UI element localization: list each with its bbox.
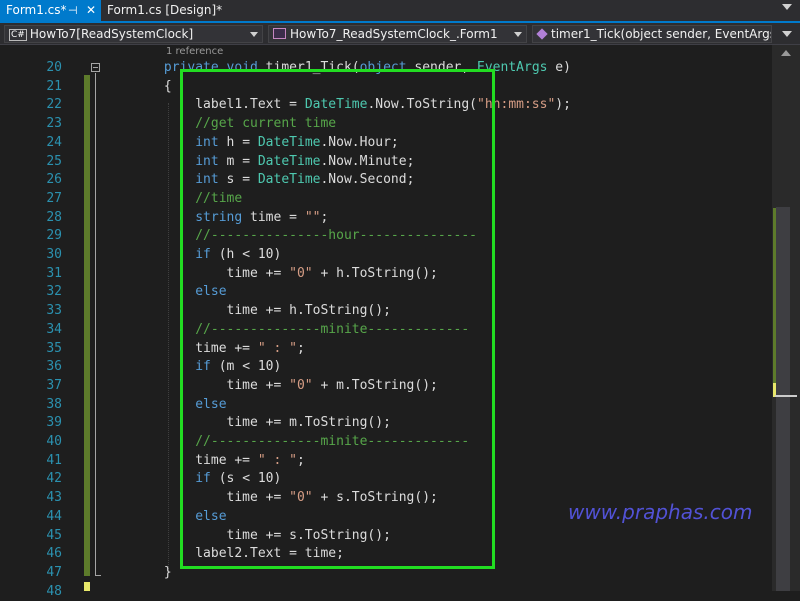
- project-name: HowTo7[ReadSystemClock]: [29, 27, 194, 41]
- close-icon[interactable]: ✕: [86, 0, 96, 21]
- member-name: timer1_Tick(object sender, EventArgs e): [551, 27, 772, 41]
- line-number: 36: [46, 359, 62, 375]
- line-number: 38: [46, 396, 62, 412]
- line-number: 40: [46, 434, 62, 449]
- tab-label: Form1.cs*: [6, 3, 67, 17]
- line-number: 48: [46, 583, 62, 599]
- line-number: 27: [46, 190, 62, 206]
- vertical-scrollbar[interactable]: [772, 45, 800, 591]
- chevron-down-icon: [250, 32, 258, 37]
- method-icon: [536, 28, 548, 40]
- chevron-down-icon: [514, 32, 522, 37]
- line-number: 39: [46, 415, 62, 431]
- highlight-box: [180, 69, 495, 569]
- line-number: 46: [46, 546, 62, 562]
- code-token: );: [555, 97, 571, 113]
- class-dropdown[interactable]: HowTo7_ReadSystemClock_.Form1: [268, 25, 527, 43]
- code-token: e): [547, 60, 571, 75]
- line-number: 42: [46, 471, 62, 487]
- line-number: 21: [46, 78, 62, 94]
- class-name: HowTo7_ReadSystemClock_.Form1: [290, 27, 498, 41]
- line-number: 31: [46, 265, 62, 281]
- line-number: 28: [46, 209, 62, 225]
- document-tab-bar: Form1.cs* ⊣ ✕ Form1.cs [Design]*: [0, 0, 800, 23]
- member-dropdown-chevron-icon[interactable]: [782, 31, 792, 37]
- line-number: 45: [46, 527, 62, 543]
- codelens-reference-count[interactable]: 1 reference: [166, 46, 223, 57]
- navigation-bar: C# HowTo7[ReadSystemClock] HowTo7_ReadSys…: [0, 23, 800, 45]
- pin-icon[interactable]: ⊣: [68, 0, 78, 21]
- line-number: 30: [46, 247, 62, 262]
- line-number: 24: [46, 134, 62, 150]
- line-number: 32: [46, 284, 62, 300]
- line-number: 44: [46, 508, 62, 524]
- line-number: 34: [46, 321, 62, 337]
- line-number: 41: [46, 452, 62, 468]
- scrollbar-change-marker: [773, 208, 776, 386]
- code-line[interactable]: 48: [0, 583, 772, 601]
- member-dropdown[interactable]: timer1_Tick(object sender, EventArgs e): [532, 25, 772, 43]
- line-number: 25: [46, 153, 62, 169]
- class-icon: [273, 28, 286, 39]
- scrollbar-thumb[interactable]: [776, 207, 790, 591]
- tab-form1-cs[interactable]: Form1.cs* ⊣ ✕: [0, 0, 101, 21]
- project-dropdown[interactable]: C# HowTo7[ReadSystemClock]: [4, 25, 263, 43]
- line-number: 37: [46, 377, 62, 393]
- line-number: 26: [46, 172, 62, 188]
- tab-label: Form1.cs [Design]*: [107, 3, 223, 17]
- line-number: 35: [46, 340, 62, 356]
- line-number: 47: [46, 564, 62, 580]
- scrollbar-caret-marker: [775, 395, 797, 397]
- line-number: 23: [46, 116, 62, 132]
- line-number: 20: [46, 60, 62, 75]
- code-text[interactable]: }: [70, 564, 172, 583]
- line-number: 43: [46, 490, 62, 506]
- watermark: www.praphas.com: [568, 500, 753, 524]
- code-text[interactable]: {: [70, 78, 172, 97]
- line-number: 22: [46, 97, 62, 113]
- csharp-project-icon: C#: [9, 29, 27, 41]
- tab-overflow-dropdown-icon[interactable]: [782, 4, 792, 10]
- tab-form1-design[interactable]: Form1.cs [Design]*: [101, 0, 231, 21]
- scroll-up-arrow-icon[interactable]: [781, 50, 791, 56]
- code-token: }: [70, 564, 172, 580]
- line-number: 33: [46, 303, 62, 319]
- line-number: 29: [46, 228, 62, 244]
- code-token: {: [70, 78, 172, 94]
